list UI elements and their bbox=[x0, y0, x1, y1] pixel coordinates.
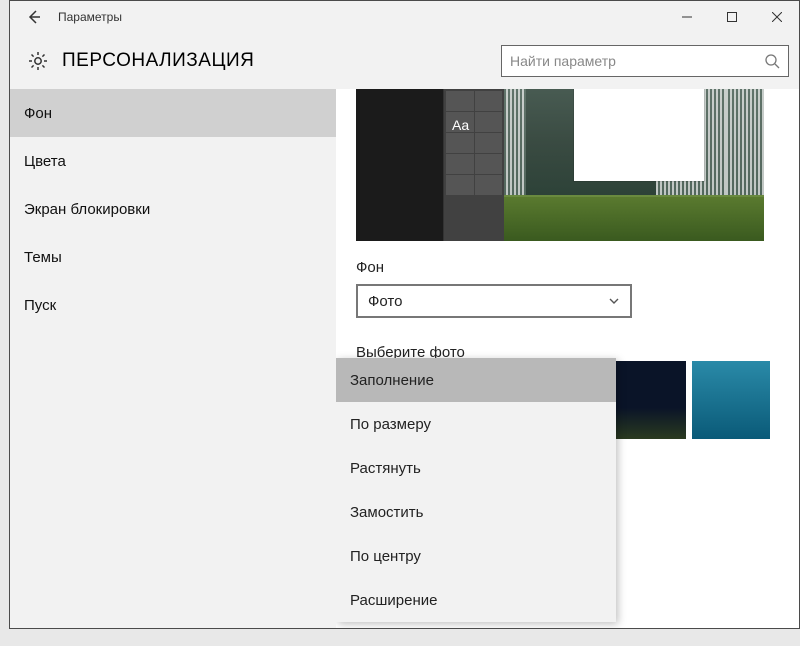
option-label: Заполнение bbox=[350, 372, 434, 389]
fit-option-stretch[interactable]: Растянуть bbox=[336, 446, 616, 490]
background-label: Фон bbox=[356, 259, 779, 276]
chevron-down-icon bbox=[608, 295, 620, 307]
title-bar: Параметры bbox=[10, 1, 799, 33]
background-type-dropdown[interactable]: Фото bbox=[356, 284, 632, 318]
option-label: По центру bbox=[350, 548, 421, 565]
photo-thumbnail[interactable] bbox=[608, 361, 686, 439]
sidebar-item-start[interactable]: Пуск bbox=[10, 281, 336, 329]
option-label: Расширение bbox=[350, 592, 437, 609]
sidebar-item-colors[interactable]: Цвета bbox=[10, 137, 336, 185]
sidebar-spacer bbox=[10, 329, 336, 628]
sidebar-item-themes[interactable]: Темы bbox=[10, 233, 336, 281]
gear-icon bbox=[26, 49, 50, 73]
fit-flyout-menu: Заполнение По размеру Растянуть Замостит… bbox=[336, 358, 616, 622]
fit-option-fit[interactable]: По размеру bbox=[336, 402, 616, 446]
close-icon bbox=[772, 12, 782, 22]
option-label: По размеру bbox=[350, 416, 431, 433]
sidebar-item-label: Фон bbox=[24, 105, 52, 122]
maximize-icon bbox=[727, 12, 737, 22]
close-button[interactable] bbox=[754, 1, 799, 33]
option-label: Замостить bbox=[350, 504, 424, 521]
dropdown-value: Фото bbox=[368, 293, 402, 310]
page-title: ПЕРСОНАЛИЗАЦИЯ bbox=[62, 50, 254, 72]
sidebar-item-background[interactable]: Фон bbox=[10, 89, 336, 137]
body: Фон Цвета Экран блокировки Темы Пуск bbox=[10, 89, 799, 628]
back-button[interactable] bbox=[18, 1, 50, 33]
desktop-preview: Aa bbox=[356, 89, 764, 241]
preview-sample-text: Aa bbox=[452, 117, 469, 133]
minimize-icon bbox=[682, 12, 692, 22]
settings-window: Параметры bbox=[9, 0, 800, 629]
fit-option-center[interactable]: По центру bbox=[336, 534, 616, 578]
sidebar-item-label: Темы bbox=[24, 249, 62, 266]
fit-option-tile[interactable]: Замостить bbox=[336, 490, 616, 534]
sidebar-item-label: Цвета bbox=[24, 153, 66, 170]
sidebar-item-label: Экран блокировки bbox=[24, 201, 150, 218]
search-input[interactable] bbox=[510, 53, 764, 69]
sidebar-item-label: Пуск bbox=[24, 297, 56, 314]
fit-option-span[interactable]: Расширение bbox=[336, 578, 616, 622]
window-controls bbox=[664, 1, 799, 33]
search-icon bbox=[764, 53, 780, 69]
maximize-button[interactable] bbox=[709, 1, 754, 33]
fit-option-fill[interactable]: Заполнение bbox=[336, 358, 616, 402]
header: ПЕРСОНАЛИЗАЦИЯ bbox=[10, 33, 799, 89]
window-title: Параметры bbox=[58, 10, 122, 24]
sidebar: Фон Цвета Экран блокировки Темы Пуск bbox=[10, 89, 336, 628]
search-box[interactable] bbox=[501, 45, 789, 77]
photo-thumbnail[interactable] bbox=[692, 361, 770, 439]
minimize-button[interactable] bbox=[664, 1, 709, 33]
sidebar-item-lockscreen[interactable]: Экран блокировки bbox=[10, 185, 336, 233]
preview-window bbox=[574, 89, 704, 181]
arrow-left-icon bbox=[26, 9, 42, 25]
content-area: Aa Фон Фото Выберите фото Заполн bbox=[336, 89, 799, 628]
option-label: Растянуть bbox=[350, 460, 421, 477]
